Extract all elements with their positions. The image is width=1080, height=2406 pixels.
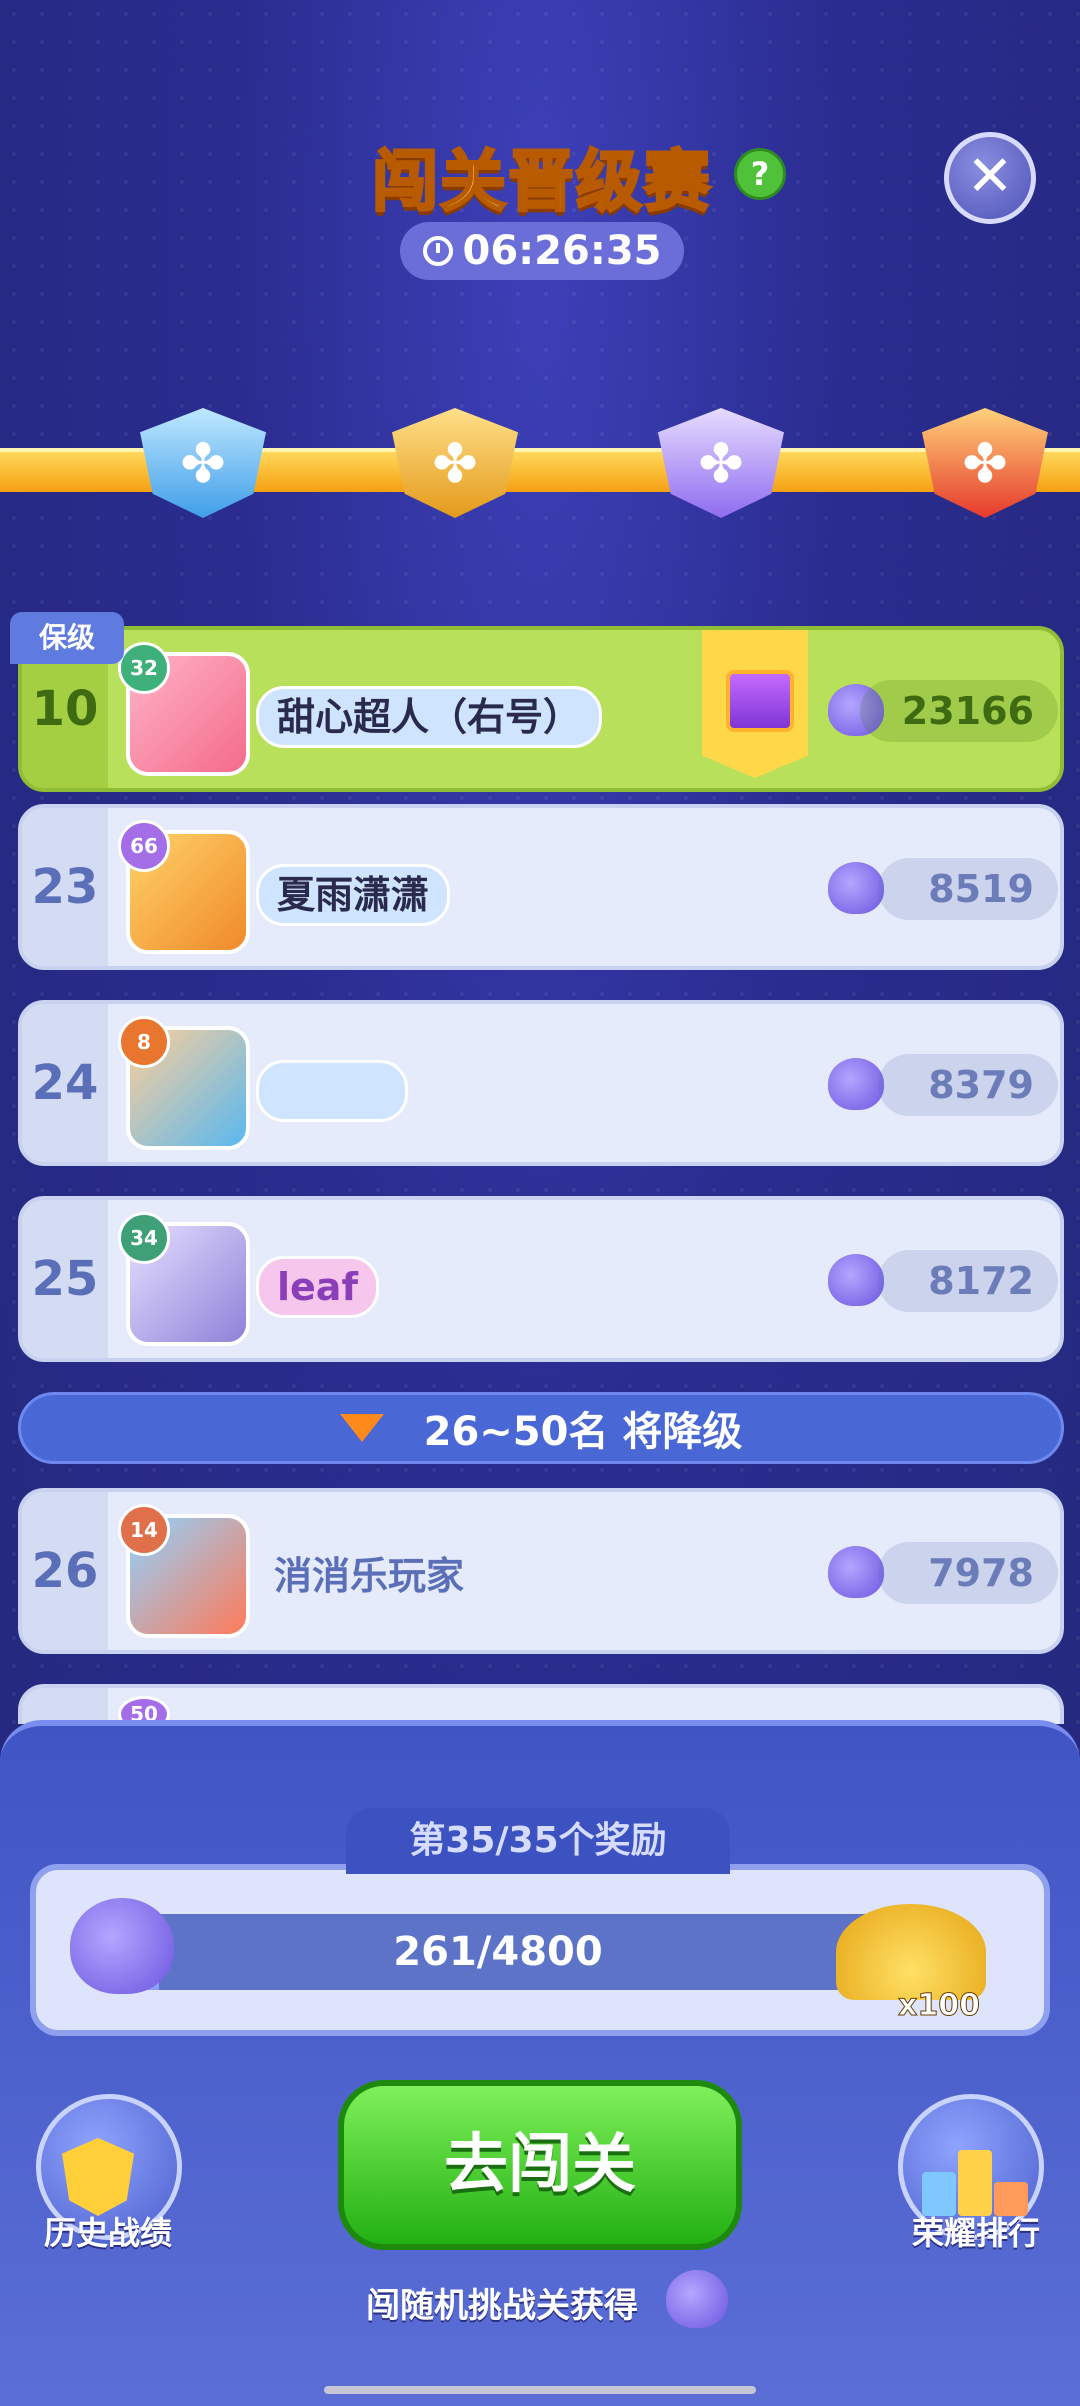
- level-badge: 34: [118, 1212, 170, 1264]
- rank-number: 23: [22, 808, 108, 966]
- podium-icon: [920, 2140, 1030, 2216]
- level-badge: 14: [118, 1504, 170, 1556]
- reward-multiplier: x100: [898, 1988, 981, 2024]
- rank-number: 25: [22, 1200, 108, 1358]
- progress-text: 261/4800: [393, 1929, 603, 1975]
- leaderboard-row[interactable]: 26 14 消消乐玩家 7978: [18, 1488, 1064, 1654]
- bag-icon: [70, 1898, 174, 1994]
- player-name: 消消乐玩家: [274, 1554, 465, 1598]
- treasure-chest-icon[interactable]: [726, 670, 794, 732]
- score: 23166: [860, 680, 1058, 742]
- reward-title: 第35/35个奖励: [346, 1808, 730, 1874]
- bag-icon: [828, 1254, 884, 1306]
- clock-icon: [422, 236, 453, 266]
- go-challenge-button[interactable]: 去闯关: [338, 2080, 742, 2250]
- player-name: 甜心超人（右号）: [256, 686, 603, 748]
- treasure-pile-icon[interactable]: [836, 1904, 986, 2000]
- bag-icon: [666, 2270, 728, 2328]
- score: 8519: [878, 858, 1058, 920]
- score: 8379: [878, 1054, 1058, 1116]
- demotion-text: 26~50名 将降级: [423, 1409, 743, 1455]
- help-icon[interactable]: ?: [734, 148, 786, 200]
- close-button[interactable]: ✕: [944, 132, 1036, 224]
- player-name: leaf: [256, 1256, 379, 1318]
- bag-icon: [828, 862, 884, 914]
- page-title: 闯关晋级赛: [371, 142, 712, 222]
- down-arrow-icon: [339, 1414, 384, 1442]
- bag-icon: [828, 1058, 884, 1110]
- leaderboard-row-self[interactable]: 10 32 甜心超人（右号） 23166: [18, 626, 1064, 792]
- demotion-banner: 26~50名 将降级: [18, 1392, 1064, 1464]
- bag-icon: [828, 1546, 884, 1598]
- countdown-timer: 06:26:35: [400, 222, 684, 280]
- player-name: [256, 1060, 408, 1122]
- leaderboard-row[interactable]: 23 66 夏雨潇潇 8519: [18, 804, 1064, 970]
- timer-text: 06:26:35: [462, 228, 662, 274]
- level-badge: 8: [118, 1016, 170, 1068]
- leaderboard-row[interactable]: 25 34 leaf 8172: [18, 1196, 1064, 1362]
- ranking-label[interactable]: 荣耀排行: [876, 2208, 1076, 2254]
- leaderboard-row[interactable]: 24 8 8379: [18, 1000, 1064, 1166]
- player-name: 夏雨潇潇: [256, 864, 451, 926]
- rank-number: 24: [22, 1004, 108, 1162]
- history-label[interactable]: 历史战绩: [8, 2208, 208, 2254]
- rank-column: [22, 1688, 108, 1724]
- hint-text: 闯随机挑战关获得: [366, 2286, 638, 2326]
- level-badge: 66: [118, 820, 170, 872]
- score: 7978: [878, 1542, 1058, 1604]
- home-indicator[interactable]: [324, 2386, 756, 2394]
- level-badge: 32: [118, 642, 170, 694]
- protect-tag: 保级: [10, 612, 124, 664]
- rank-number: 26: [22, 1492, 108, 1650]
- leaderboard-row-partial[interactable]: 50: [18, 1684, 1064, 1724]
- score: 8172: [878, 1250, 1058, 1312]
